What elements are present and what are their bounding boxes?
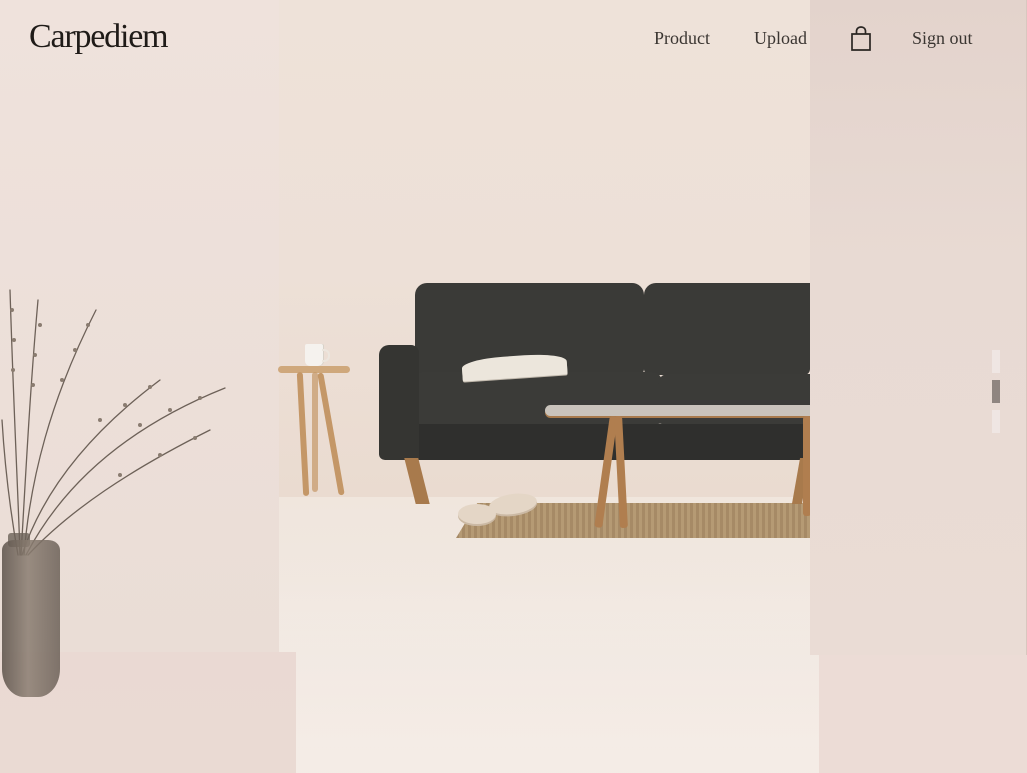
slide-dot-3[interactable] <box>992 410 1000 433</box>
landing-page: Carpediem Product Upload Sign out <box>0 0 1027 773</box>
mug <box>305 344 330 366</box>
coffee-table <box>545 405 813 416</box>
slipper <box>458 504 496 524</box>
nav-link-upload[interactable]: Upload <box>754 28 807 49</box>
sign-out-link[interactable]: Sign out <box>912 28 973 49</box>
glass-vase <box>2 540 60 697</box>
dried-branches <box>1 289 226 556</box>
brand-logo[interactable]: Carpediem <box>29 18 169 56</box>
slide-dot-2[interactable] <box>992 380 1000 403</box>
hero-image <box>0 0 1027 773</box>
top-navigation: Carpediem Product Upload Sign out <box>0 0 1027 78</box>
slide-dot-1[interactable] <box>992 350 1000 373</box>
nav-link-product[interactable]: Product <box>654 28 710 49</box>
slide-indicator <box>992 350 1000 440</box>
shopping-bag-icon[interactable] <box>848 25 874 53</box>
right-wall-panel <box>810 0 1027 655</box>
